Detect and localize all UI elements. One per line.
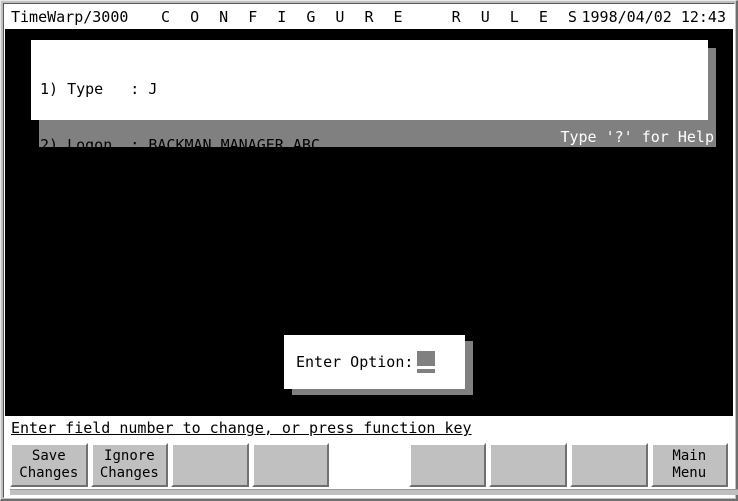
function-key-label-line2: Menu [672, 465, 707, 481]
option-input-underline [417, 369, 435, 373]
function-key-bar: Save Changes Ignore Changes Main Menu [5, 440, 738, 495]
status-line: Enter field number to change, or press f… [5, 416, 733, 440]
function-key-label-line1: Save [31, 448, 66, 464]
function-key-3[interactable] [171, 443, 249, 487]
function-key-slot-empty [332, 443, 406, 487]
field-row-1[interactable]: 1) Type : J [40, 80, 383, 99]
function-key-main-menu[interactable]: Main Menu [650, 443, 729, 487]
field-list: 1) Type : J 2) Logon : BACKMAN,MANAGER.A… [40, 43, 383, 302]
option-input-cursor[interactable] [417, 351, 435, 366]
function-key-label-line2: Changes [19, 465, 79, 481]
field-row-3[interactable]: 3) DateTime Spec : 1999/12/31 23:55 [40, 191, 383, 210]
function-key-4[interactable] [251, 443, 330, 487]
field-row-2[interactable]: 2) Logon : BACKMAN,MANAGER.ABC [40, 136, 383, 155]
function-key-list: Save Changes Ignore Changes Main Menu [10, 443, 729, 487]
function-key-label-line1: Ignore [104, 448, 155, 464]
function-key-6[interactable] [408, 443, 487, 487]
help-hint-text: Type '?' for Help [560, 128, 714, 146]
terminal-application-window: TimeWarp/3000 C O N F I G U R E R U L E … [0, 0, 738, 501]
function-key-label-line1: Main [672, 448, 707, 464]
fields-panel: 1) Type : J 2) Logon : BACKMAN,MANAGER.A… [31, 40, 708, 265]
function-key-bar-base [10, 489, 738, 495]
function-key-ignore-changes[interactable]: Ignore Changes [90, 443, 169, 487]
title-bar: TimeWarp/3000 C O N F I G U R E R U L E … [5, 5, 733, 29]
status-message: Enter field number to change, or press f… [11, 419, 472, 437]
enter-option-dialog: Enter Option: [284, 335, 465, 389]
function-key-8[interactable] [569, 443, 648, 487]
clock-timestamp: 1998/04/02 12:43 [581, 8, 727, 26]
function-key-save-changes[interactable]: Save Changes [10, 443, 88, 487]
function-key-label-line2: Changes [99, 465, 159, 481]
field-row-4[interactable]: 4) LogTrace Options : T [40, 247, 383, 266]
terminal-screen: Type '?' for Help 1) Type : J 2) Logon :… [5, 29, 733, 416]
function-key-7[interactable] [489, 443, 567, 487]
enter-option-label: Enter Option: [296, 353, 414, 371]
